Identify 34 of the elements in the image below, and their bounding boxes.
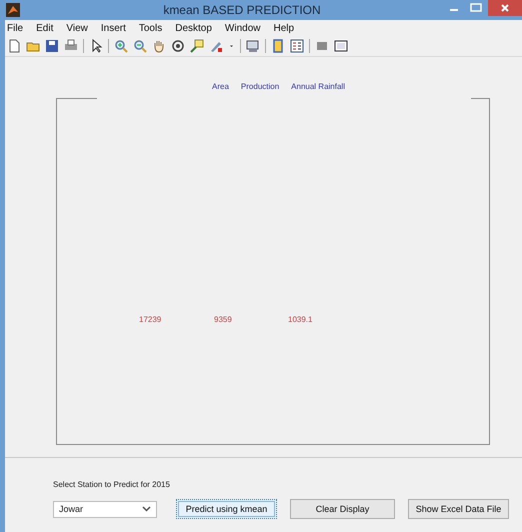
menu-item[interactable]: View bbox=[66, 23, 88, 34]
action-button[interactable]: Show Excel Data File bbox=[408, 499, 509, 519]
brush-icon[interactable] bbox=[209, 39, 223, 53]
window-title: kmean BASED PREDICTION bbox=[162, 3, 322, 17]
menu-item[interactable]: Window bbox=[224, 23, 260, 34]
print-icon[interactable] bbox=[64, 39, 78, 53]
value-text: 9359 bbox=[214, 315, 232, 324]
value-text: 17239 bbox=[139, 315, 162, 324]
value-text: 1039.1 bbox=[288, 315, 312, 324]
chevron-icon bbox=[142, 506, 151, 512]
menu-item[interactable]: Help bbox=[274, 23, 294, 34]
close-icon[interactable] bbox=[488, 0, 522, 16]
legend-icon[interactable] bbox=[290, 39, 304, 53]
action-button[interactable]: Clear Display bbox=[290, 499, 395, 519]
action-button[interactable]: Predict using kmean bbox=[176, 499, 277, 519]
column-header: Area bbox=[212, 82, 229, 91]
menu-item[interactable]: Tools bbox=[138, 23, 162, 34]
menu-item[interactable]: Desktop bbox=[175, 23, 212, 34]
column-header: Production bbox=[240, 82, 280, 91]
hand-icon[interactable] bbox=[152, 39, 166, 53]
window-icon[interactable] bbox=[334, 39, 348, 53]
app-icon bbox=[6, 3, 20, 17]
station-label: Select Station to Predict for 2015 bbox=[53, 480, 171, 489]
data-cursor-icon[interactable] bbox=[190, 39, 204, 53]
menu-item[interactable]: File bbox=[7, 23, 24, 34]
save-icon[interactable] bbox=[45, 39, 59, 53]
column-header: Annual Rainfall bbox=[291, 82, 345, 91]
zoom-out-icon[interactable] bbox=[133, 39, 147, 53]
square-icon[interactable] bbox=[315, 39, 329, 53]
menu-item[interactable]: Edit bbox=[36, 23, 54, 34]
zoom-in-icon[interactable] bbox=[114, 39, 128, 53]
new-file-icon[interactable] bbox=[7, 39, 21, 53]
menu-item[interactable]: Insert bbox=[100, 23, 126, 34]
station-dropdown[interactable]: Jowar bbox=[53, 500, 157, 518]
